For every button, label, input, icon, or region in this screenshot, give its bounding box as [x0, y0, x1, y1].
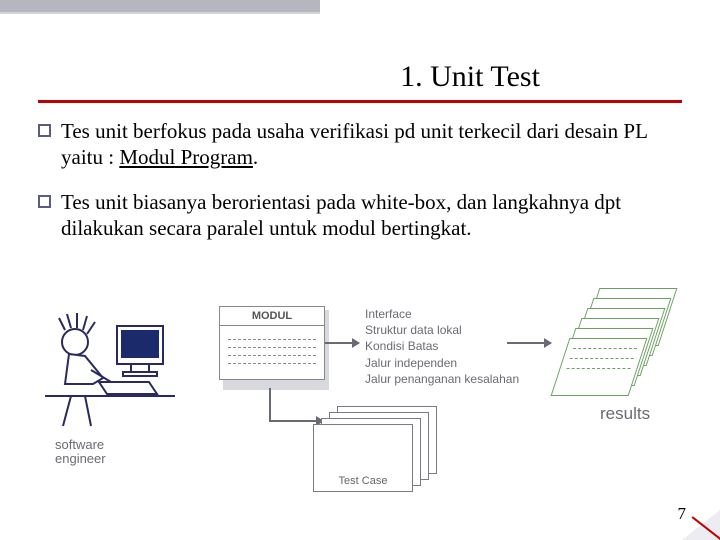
bullet-square-icon [38, 124, 51, 137]
arrow-icon [325, 342, 359, 344]
interface-line: Jalur penanganan kesalahan [365, 371, 519, 387]
arrow-icon [269, 388, 271, 422]
bullet-text: Tes unit biasanya berorientasi pada whit… [61, 189, 682, 242]
title-underline [38, 100, 682, 103]
module-box: MODUL [219, 306, 325, 380]
diagram: software engineer MODUL Interface Strukt… [45, 300, 675, 500]
bullet-square-icon [38, 195, 51, 208]
page-curl-icon [682, 510, 720, 540]
module-header: MODUL [220, 307, 324, 326]
engineer-label-line1: software [55, 437, 104, 452]
bullet-text-pre: Tes unit biasanya berorientasi pada whit… [61, 190, 621, 240]
slide-title: 1. Unit Test [0, 60, 720, 94]
bullet-text-post: . [253, 145, 258, 169]
engineer-label: software engineer [55, 438, 106, 467]
interface-line: Struktur data lokal [365, 322, 519, 338]
results-label: results [600, 404, 650, 424]
interface-line: Jalur independen [365, 355, 519, 371]
testcase-label: Test Case [314, 475, 412, 487]
bullet-text: Tes unit berfokus pada usaha verifikasi … [61, 118, 682, 171]
bullet-item: Tes unit berfokus pada usaha verifikasi … [38, 118, 682, 171]
module-lines [220, 326, 324, 379]
engineer-illustration [45, 308, 175, 438]
results-stack [560, 288, 680, 408]
slide-body: Tes unit berfokus pada usaha verifikasi … [38, 118, 682, 259]
engineer-label-line2: engineer [55, 451, 106, 466]
slide-top-accent [0, 0, 320, 14]
arrow-icon [507, 342, 551, 344]
interface-line: Kondisi Batas [365, 338, 519, 354]
interface-list: Interface Struktur data lokal Kondisi Ba… [365, 306, 519, 387]
bullet-item: Tes unit biasanya berorientasi pada whit… [38, 189, 682, 242]
bullet-text-underlined: Modul Program [119, 145, 253, 169]
testcase-stack: Test Case [313, 406, 453, 496]
interface-line: Interface [365, 306, 519, 322]
